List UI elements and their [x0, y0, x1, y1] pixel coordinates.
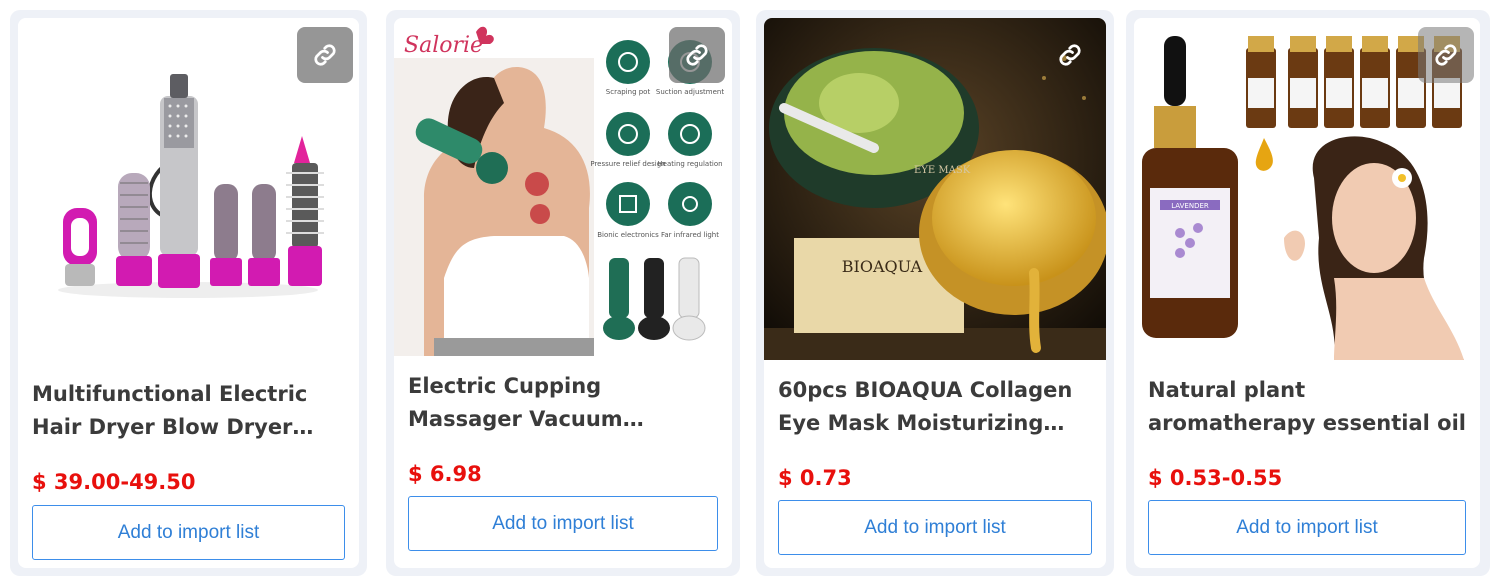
copy-link-button[interactable]	[1042, 27, 1098, 83]
product-card: BIOAQUA EYE MASK 60pcs BIOAQUA Collagen …	[756, 10, 1114, 576]
svg-text:Bionic electronics: Bionic electronics	[597, 231, 659, 239]
product-title[interactable]: Electric Cupping Massager Vacuum Suction…	[408, 370, 718, 436]
product-card: Scraping pot Suction adjustment Pressure…	[386, 10, 740, 576]
product-title[interactable]: Natural plant aromatherapy essential oil	[1148, 374, 1466, 440]
add-to-import-list-button[interactable]: Add to import list	[408, 496, 718, 551]
product-grid: Multifunctional Electric Hair Dryer Blow…	[0, 0, 1500, 586]
add-to-import-list-button[interactable]: Add to import list	[32, 505, 345, 560]
product-price: $ 39.00-49.50	[32, 470, 196, 494]
svg-text:BIOAQUA: BIOAQUA	[842, 257, 923, 276]
svg-text:Salorie: Salorie	[404, 33, 483, 58]
product-price: $ 0.53-0.55	[1148, 466, 1283, 490]
copy-link-button[interactable]	[669, 27, 725, 83]
product-price: $ 6.98	[408, 462, 482, 486]
svg-text:Far infrared light: Far infrared light	[661, 231, 719, 239]
product-title[interactable]: 60pcs BIOAQUA Collagen Eye Mask Moisturi…	[778, 374, 1092, 440]
product-card: Multifunctional Electric Hair Dryer Blow…	[10, 10, 367, 576]
link-icon	[314, 44, 336, 66]
product-card-body: LAVENDER Natural plant aromatherapy esse…	[1134, 18, 1480, 568]
link-icon	[1435, 44, 1457, 66]
svg-text:Pressure relief design: Pressure relief design	[590, 160, 665, 168]
link-icon	[1059, 44, 1081, 66]
product-card-body: Multifunctional Electric Hair Dryer Blow…	[18, 18, 359, 568]
add-to-import-list-button[interactable]: Add to import list	[1148, 500, 1466, 555]
svg-text:Heating regulation: Heating regulation	[657, 160, 722, 168]
link-icon	[686, 44, 708, 66]
add-to-import-list-button[interactable]: Add to import list	[778, 500, 1092, 555]
product-card-body: Scraping pot Suction adjustment Pressure…	[394, 18, 732, 568]
svg-text:LAVENDER: LAVENDER	[1171, 202, 1209, 210]
svg-text:Suction adjustment: Suction adjustment	[656, 88, 724, 96]
copy-link-button[interactable]	[1418, 27, 1474, 83]
product-card: LAVENDER Natural plant aromatherapy esse…	[1126, 10, 1490, 576]
svg-text:EYE MASK: EYE MASK	[914, 165, 971, 176]
product-title[interactable]: Multifunctional Electric Hair Dryer Blow…	[32, 378, 345, 444]
svg-text:Scraping pot: Scraping pot	[606, 88, 651, 96]
product-card-body: BIOAQUA EYE MASK 60pcs BIOAQUA Collagen …	[764, 18, 1106, 568]
product-price: $ 0.73	[778, 466, 852, 490]
copy-link-button[interactable]	[297, 27, 353, 83]
